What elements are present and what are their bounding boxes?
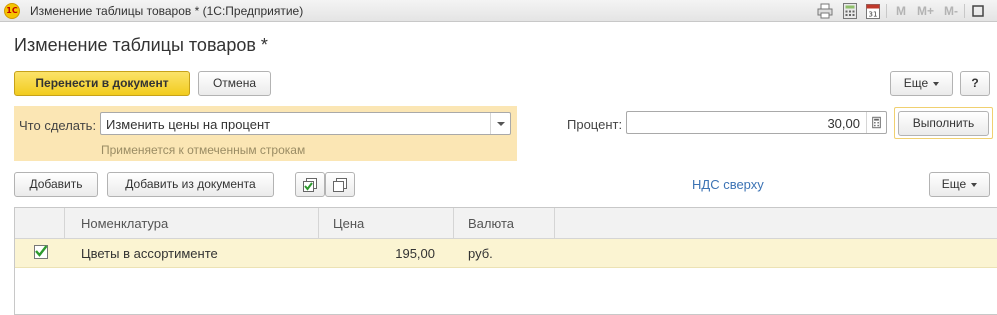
table-more-menu-label: Еще: [941, 177, 967, 191]
memory-minus-button[interactable]: M-: [944, 4, 958, 18]
calendar-icon[interactable]: 31: [866, 3, 880, 19]
print-icon[interactable]: [817, 3, 833, 19]
row-checkbox[interactable]: [34, 245, 48, 259]
toolbar-separator: [964, 4, 965, 18]
check-all-icon: [303, 178, 317, 192]
check-all-button[interactable]: [295, 172, 325, 197]
checkmark-icon: [35, 245, 48, 257]
cell-price: 195,00: [395, 246, 435, 261]
column-header-currency[interactable]: Валюта: [468, 216, 514, 231]
table-more-menu-button[interactable]: Еще: [929, 172, 990, 197]
memory-plus-button[interactable]: M+: [917, 4, 934, 18]
dropdown-arrow-icon[interactable]: [490, 113, 510, 134]
table-row[interactable]: Цветы в ассортименте 195,00 руб.: [15, 239, 997, 268]
transfer-to-document-button[interactable]: Перенести в документ: [14, 71, 190, 96]
cancel-button[interactable]: Отмена: [198, 71, 271, 96]
action-panel: Что сделать: Изменить цены на процент Пр…: [14, 106, 517, 161]
vat-on-top-link[interactable]: НДС сверху: [692, 177, 764, 192]
maximize-icon[interactable]: [971, 3, 985, 19]
more-menu-button[interactable]: Еще: [890, 71, 953, 96]
toolbar-separator: [886, 4, 887, 18]
uncheck-all-icon: [333, 178, 347, 192]
svg-text:31: 31: [869, 11, 878, 19]
help-button[interactable]: ?: [960, 71, 990, 96]
percent-label: Процент:: [567, 117, 623, 132]
window-titlebar: 1С Изменение таблицы товаров * (1С:Предп…: [0, 0, 997, 22]
action-select[interactable]: Изменить цены на процент: [100, 112, 511, 135]
more-menu-label: Еще: [903, 76, 929, 90]
execute-button[interactable]: Выполнить: [898, 111, 989, 136]
action-select-value: Изменить цены на процент: [106, 117, 271, 132]
chevron-down-icon: [933, 81, 940, 86]
goods-table: Номенклатура Цена Валюта Цветы в ассорти…: [14, 207, 997, 315]
calculator-icon[interactable]: [843, 3, 857, 19]
add-button[interactable]: Добавить: [14, 172, 98, 197]
percent-value: 30,00: [827, 116, 860, 131]
action-hint: Применяется к отмеченным строкам: [101, 143, 306, 157]
uncheck-all-button[interactable]: [325, 172, 355, 197]
chevron-down-icon: [971, 182, 978, 187]
cell-item: Цветы в ассортименте: [81, 246, 218, 261]
app-logo-icon: 1С: [4, 3, 20, 19]
calculator-icon[interactable]: [866, 112, 886, 133]
cell-currency: руб.: [468, 246, 493, 261]
memory-m-button[interactable]: M: [896, 4, 906, 18]
column-header-price[interactable]: Цена: [333, 216, 364, 231]
add-from-document-button[interactable]: Добавить из документа: [107, 172, 274, 197]
what-to-do-label: Что сделать:: [19, 118, 97, 133]
percent-input[interactable]: 30,00: [626, 111, 887, 134]
column-header-item[interactable]: Номенклатура: [81, 216, 168, 231]
window-title: Изменение таблицы товаров * (1С:Предприя…: [30, 4, 304, 18]
table-header: Номенклатура Цена Валюта: [15, 208, 997, 239]
page-title: Изменение таблицы товаров *: [14, 35, 268, 55]
